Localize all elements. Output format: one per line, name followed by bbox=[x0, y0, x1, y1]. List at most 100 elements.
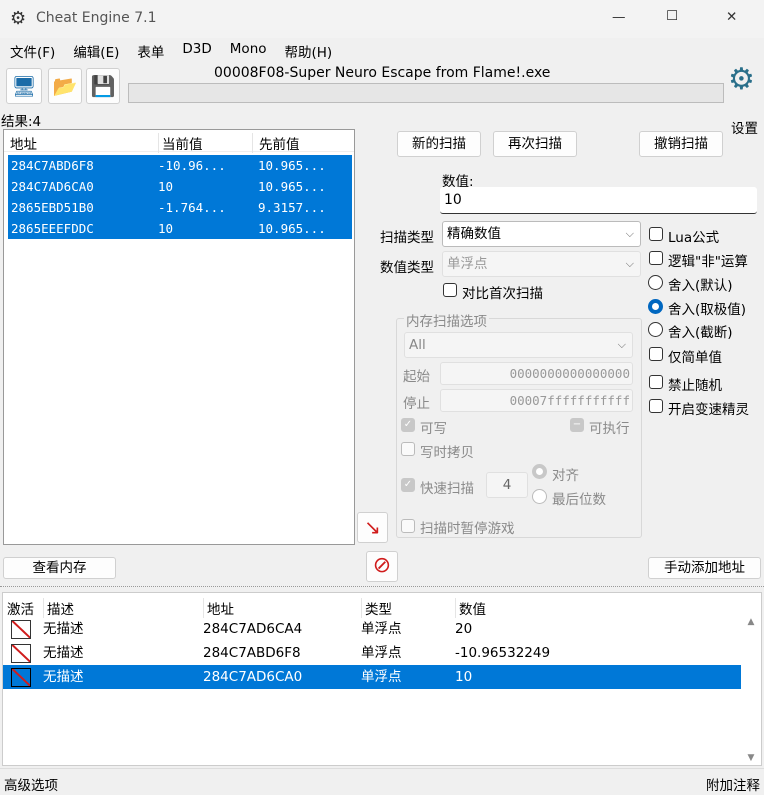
previous-value-cell: 10.965... bbox=[258, 221, 326, 236]
status-bar: 高级选项 附加注释 bbox=[0, 768, 764, 795]
process-title: 00008F08-Super Neuro Escape from Flame!.… bbox=[214, 65, 551, 81]
column-active[interactable]: 激活 bbox=[7, 598, 34, 618]
speedhack-label: 开启变速精灵 bbox=[668, 402, 749, 418]
value-type-select[interactable]: 单浮点 ⌵ bbox=[442, 251, 641, 277]
lua-checkbox[interactable] bbox=[649, 227, 663, 241]
undo-scan-button[interactable]: 撤销扫描 bbox=[639, 131, 723, 157]
open-process-button[interactable]: 🖥 bbox=[6, 68, 42, 104]
scroll-up-icon[interactable]: ▲ bbox=[743, 617, 759, 627]
menu-mono[interactable]: Mono bbox=[221, 38, 276, 62]
fast-scan-value-input[interactable]: 4 bbox=[486, 472, 528, 498]
current-value-cell: 10 bbox=[158, 221, 174, 236]
not-checkbox[interactable] bbox=[649, 251, 663, 265]
value-type-value: 单浮点 bbox=[447, 256, 488, 272]
column-value[interactable]: 数值 bbox=[455, 598, 486, 618]
cheat-table[interactable]: 激活 描述 地址 类型 数值 无描述 284C7AD6CA4 单浮点 20 无描述 284… bbox=[2, 592, 762, 766]
column-current-value[interactable]: 当前值 bbox=[158, 133, 203, 153]
cheat-table-row[interactable]: 无描述 284C7ABD6F8 单浮点 -10.96532249 bbox=[3, 641, 741, 665]
last-digits-label: 最后位数 bbox=[552, 492, 606, 508]
scan-type-label: 扫描类型 bbox=[380, 230, 434, 246]
menu-edit[interactable]: 编辑(E) bbox=[64, 38, 128, 62]
active-checkbox[interactable] bbox=[11, 668, 31, 687]
ce-logo-icon[interactable]: ⚙ bbox=[728, 62, 755, 97]
column-address[interactable]: 地址 bbox=[203, 598, 234, 618]
memory-scan-options-title: 内存扫描选项 bbox=[404, 310, 489, 330]
settings-label[interactable]: 设置 bbox=[731, 117, 758, 137]
save-button[interactable]: 💾 bbox=[86, 68, 120, 104]
scan-result-row[interactable]: 2865EEEFDDC 10 10.965... bbox=[8, 218, 352, 239]
column-address[interactable]: 地址 bbox=[10, 133, 37, 153]
menu-d3d[interactable]: D3D bbox=[173, 38, 220, 62]
scan-result-row[interactable]: 284C7AD6CA0 10 10.965... bbox=[8, 176, 352, 197]
scan-results-list[interactable]: 地址 当前值 先前值 284C7ABD6F8 -10.96... 10.965...… bbox=[3, 129, 355, 545]
close-button[interactable]: ✕ bbox=[726, 9, 737, 25]
splitter-handle[interactable] bbox=[0, 586, 764, 590]
clear-list-button[interactable]: ⊘ bbox=[366, 551, 398, 582]
save-icon: 💾 bbox=[90, 74, 116, 98]
table-comments-link[interactable]: 附加注释 bbox=[706, 774, 760, 794]
round-extreme-radio[interactable] bbox=[648, 299, 663, 314]
previous-value-cell: 10.965... bbox=[258, 158, 326, 173]
address-cell: 2865EBD51B0 bbox=[11, 200, 94, 215]
add-selected-arrow-button[interactable]: ↘ bbox=[357, 512, 388, 543]
fast-scan-label: 快速扫描 bbox=[420, 481, 474, 497]
round-default-radio[interactable] bbox=[648, 275, 663, 290]
start-address-input[interactable]: 0000000000000000 bbox=[440, 362, 633, 385]
chevron-down-icon: ⌵ bbox=[625, 227, 634, 240]
pause-game-checkbox[interactable] bbox=[401, 519, 415, 533]
menu-help[interactable]: 帮助(H) bbox=[276, 38, 342, 62]
cheat-table-row[interactable]: 无描述 284C7AD6CA4 单浮点 20 bbox=[3, 617, 741, 641]
round-truncate-label: 舍入(截断) bbox=[668, 325, 733, 341]
active-checkbox[interactable] bbox=[11, 620, 31, 639]
simple-values-checkbox[interactable] bbox=[649, 347, 663, 361]
executable-checkbox[interactable]: − bbox=[570, 418, 584, 432]
vertical-scrollbar[interactable]: ▲ ▼ bbox=[743, 617, 759, 765]
stop-address-input[interactable]: 00007fffffffffff bbox=[440, 389, 633, 412]
value-input[interactable]: 10 bbox=[440, 187, 757, 214]
add-address-manually-button[interactable]: 手动添加地址 bbox=[648, 557, 761, 579]
scan-result-row[interactable]: 2865EBD51B0 -1.764... 9.3157... bbox=[8, 197, 352, 218]
column-type[interactable]: 类型 bbox=[361, 598, 392, 618]
open-file-button[interactable]: 📂 bbox=[48, 68, 82, 104]
results-count: 结果:4 bbox=[1, 114, 42, 130]
cheat-table-row[interactable]: 无描述 284C7AD6CA0 单浮点 10 bbox=[3, 665, 741, 689]
round-truncate-radio[interactable] bbox=[648, 322, 663, 337]
next-scan-button[interactable]: 再次扫描 bbox=[493, 131, 577, 157]
copy-on-write-checkbox[interactable] bbox=[401, 442, 415, 456]
align-label: 对齐 bbox=[552, 468, 579, 484]
menu-table[interactable]: 表单 bbox=[128, 38, 173, 62]
addr-cell: 284C7AD6CA4 bbox=[203, 621, 303, 637]
column-description[interactable]: 描述 bbox=[43, 598, 74, 618]
monitor-icon: 🖥 bbox=[11, 74, 37, 98]
maximize-button[interactable]: ☐ bbox=[666, 8, 678, 24]
red-arrow-icon: ↘ bbox=[364, 515, 381, 539]
last-digits-radio[interactable] bbox=[532, 489, 547, 504]
scroll-down-icon[interactable]: ▼ bbox=[743, 753, 759, 763]
new-scan-button[interactable]: 新的扫描 bbox=[397, 131, 481, 157]
speedhack-checkbox[interactable] bbox=[649, 399, 663, 413]
menu-file[interactable]: 文件(F) bbox=[0, 38, 64, 62]
value-cell: -10.96532249 bbox=[455, 645, 551, 661]
simple-values-label: 仅简单值 bbox=[668, 350, 722, 366]
compare-first-checkbox[interactable] bbox=[443, 283, 457, 297]
chevron-down-icon: ⌵ bbox=[617, 338, 626, 351]
no-random-checkbox[interactable] bbox=[649, 375, 663, 389]
align-radio[interactable] bbox=[532, 464, 547, 479]
minimize-button[interactable]: — bbox=[612, 9, 626, 25]
column-previous-value[interactable]: 先前值 bbox=[252, 133, 300, 153]
scan-type-select[interactable]: 精确数值 ⌵ bbox=[442, 221, 641, 247]
active-checkbox[interactable] bbox=[11, 644, 31, 663]
executable-label: 可执行 bbox=[589, 421, 630, 437]
view-memory-button[interactable]: 查看内存 bbox=[3, 557, 116, 579]
region-select[interactable]: All ⌵ bbox=[404, 332, 633, 358]
no-entry-icon: ⊘ bbox=[372, 553, 392, 578]
fast-scan-checkbox[interactable]: ✓ bbox=[401, 478, 415, 492]
current-value-cell: -10.96... bbox=[158, 158, 226, 173]
chevron-down-icon: ⌵ bbox=[625, 257, 634, 270]
advanced-options-link[interactable]: 高级选项 bbox=[4, 774, 58, 794]
region-value: All bbox=[409, 337, 426, 353]
previous-value-cell: 9.3157... bbox=[258, 200, 326, 215]
scan-result-row[interactable]: 284C7ABD6F8 -10.96... 10.965... bbox=[8, 155, 352, 176]
addr-cell: 284C7AD6CA0 bbox=[203, 669, 303, 685]
writable-checkbox[interactable]: ✓ bbox=[401, 418, 415, 432]
